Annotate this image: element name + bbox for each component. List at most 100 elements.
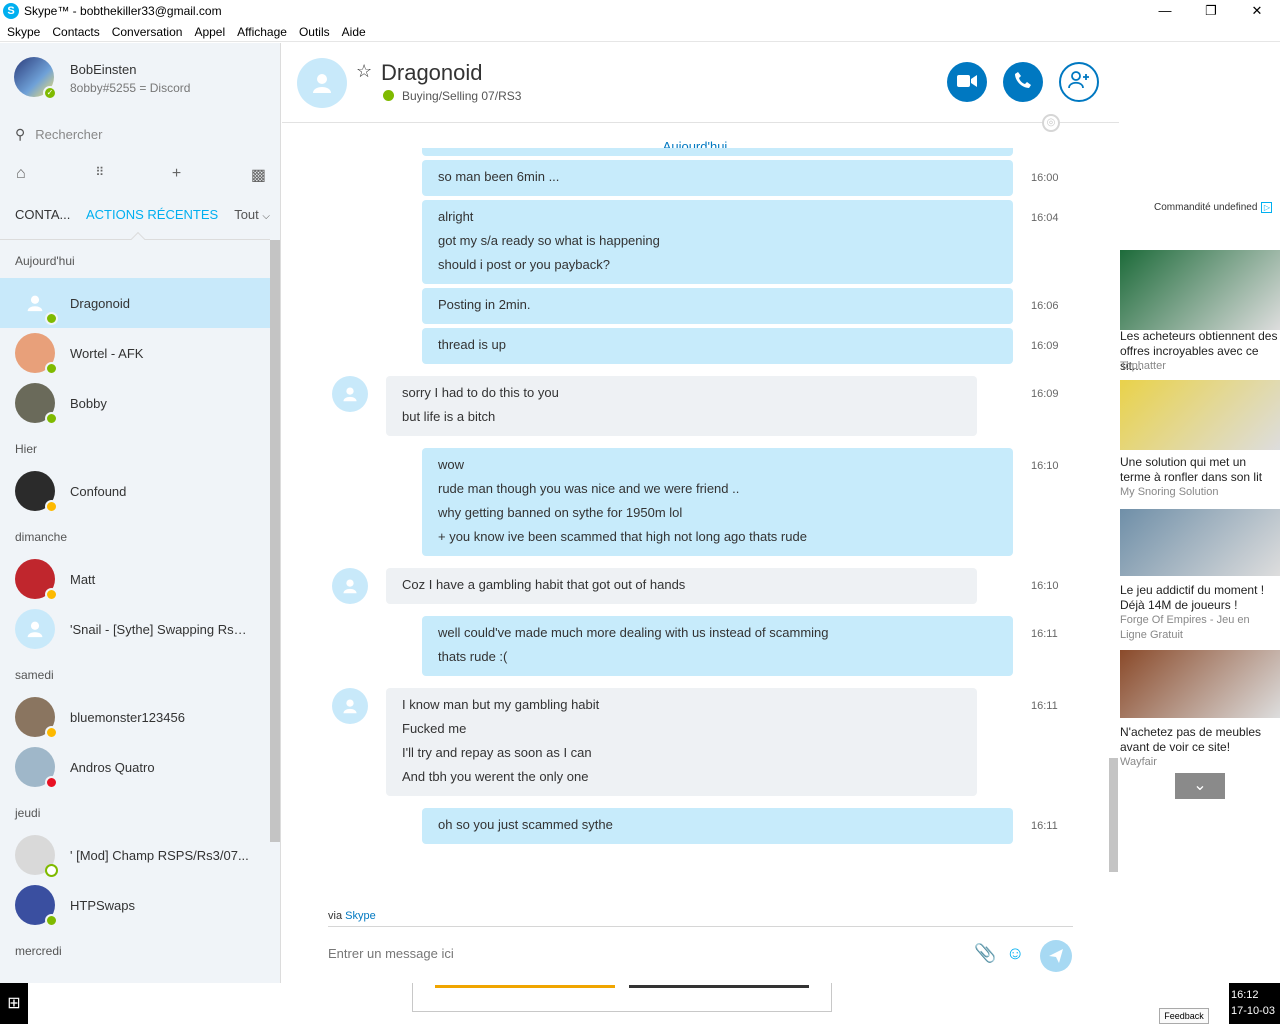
contact-item[interactable]: HTPSwaps — [0, 880, 270, 930]
profile-avatar[interactable]: ✓ — [14, 57, 57, 100]
globe-icon[interactable]: ◎ — [1042, 114, 1060, 132]
ad-title[interactable]: N'achetez pas de meubles avant de voir c… — [1120, 725, 1278, 755]
menu-appel[interactable]: Appel — [194, 25, 225, 39]
menu-contacts[interactable]: Contacts — [52, 25, 99, 39]
menu-skype[interactable]: Skype — [7, 25, 40, 39]
contact-item[interactable]: Confound — [0, 466, 270, 516]
outgoing-message[interactable]: wow rude man though you was nice and we w… — [422, 448, 1013, 556]
contact-item[interactable]: Dragonoid — [0, 278, 270, 328]
contact-avatar[interactable] — [297, 58, 347, 108]
minimize-button[interactable]: — — [1142, 0, 1188, 22]
windows-start-icon[interactable]: ⊞ — [0, 983, 28, 1024]
system-clock[interactable]: 16:12 17-10-03 — [1229, 983, 1280, 1024]
contact-item[interactable]: 'Snail - [Sythe] Swapping Rs3... — [0, 604, 270, 654]
ad-source[interactable]: Tophatter — [1120, 359, 1278, 374]
contact-item[interactable]: bluemonster123456 — [0, 692, 270, 742]
tab-recent[interactable]: ACTIONS RÉCENTES — [86, 207, 218, 222]
messages-scrollbar[interactable] — [1109, 758, 1118, 872]
sidebar-toolbar: ⌂ ⠿ + ▩ — [16, 165, 266, 185]
message-text: well could've made much more dealing wit… — [438, 625, 829, 640]
add-people-button[interactable] — [1059, 62, 1099, 102]
ad-image[interactable] — [1120, 380, 1280, 450]
sender-avatar[interactable] — [332, 568, 368, 604]
paperclip-icon[interactable]: 📎 — [974, 943, 996, 964]
conversation-panel: ☆ Dragonoid Buying/Selling 07/RS3 ◎ Aujo… — [282, 43, 1119, 983]
message-text: Coz I have a gambling habit that got out… — [402, 577, 686, 592]
ad-title[interactable]: Une solution qui met un terme à ronfler … — [1120, 455, 1278, 485]
outgoing-message[interactable]: oh so you just scammed sythe — [422, 808, 1013, 844]
add-icon[interactable]: + — [172, 165, 181, 185]
via-skype-link[interactable]: Skype — [345, 910, 376, 922]
contact-name: Andros Quatro — [70, 759, 155, 775]
preview-bar-orange — [435, 985, 615, 988]
outgoing-message[interactable]: alright got my s/a ready so what is happe… — [422, 200, 1013, 284]
menu-conversation[interactable]: Conversation — [112, 25, 183, 39]
message-input[interactable]: Entrer un message ici — [328, 946, 454, 961]
filter-dropdown[interactable]: Tout ⌵ — [234, 207, 270, 222]
adchoices-icon[interactable]: ▷ — [1261, 202, 1273, 213]
incoming-message[interactable]: Coz I have a gambling habit that got out… — [386, 568, 977, 604]
away-status-icon — [45, 588, 58, 601]
menu-outils[interactable]: Outils — [299, 25, 330, 39]
contact-item[interactable]: Andros Quatro — [0, 742, 270, 792]
outgoing-message[interactable]: well could've made much more dealing wit… — [422, 616, 1013, 676]
sidebar-tabs: CONTA... ACTIONS RÉCENTES Tout ⌵ — [15, 207, 270, 222]
feedback-button[interactable]: Feedback — [1159, 1008, 1209, 1024]
ad-source[interactable]: Wayfair — [1120, 755, 1278, 770]
person-icon — [27, 295, 43, 312]
contact-name: Bobby — [70, 395, 107, 411]
message-timestamp: 16:00 — [1031, 172, 1059, 184]
profile[interactable]: ✓ BobEinsten 8obby#5255 = Discord — [14, 57, 190, 100]
audio-call-button[interactable] — [1003, 62, 1043, 102]
ads-scroll-down-button[interactable]: ⌄ — [1175, 773, 1225, 799]
sender-avatar[interactable] — [332, 688, 368, 724]
contact-item[interactable]: Matt — [0, 554, 270, 604]
message-timestamp: 16:10 — [1031, 460, 1059, 472]
preview-bar-dark — [629, 985, 809, 988]
ad-source[interactable]: Forge Of Empires - Jeu en Ligne Gratuit — [1120, 613, 1278, 643]
taskbar-window-preview[interactable] — [412, 983, 832, 1012]
contact-avatar — [15, 333, 58, 375]
menu-affichage[interactable]: Affichage — [237, 25, 287, 39]
search-box[interactable]: ⚲ Rechercher — [15, 126, 102, 143]
online-status-icon — [383, 90, 394, 101]
contact-avatar — [15, 471, 58, 513]
outgoing-message[interactable]: why so long just to refund my gp lol :P — [422, 148, 1013, 156]
ad-source[interactable]: My Snoring Solution — [1120, 485, 1278, 500]
menu-aide[interactable]: Aide — [342, 25, 366, 39]
message-timestamp: 16:09 — [1031, 388, 1059, 400]
ad-title[interactable]: Le jeu addictif du moment ! Déjà 14M de … — [1120, 583, 1278, 613]
sender-avatar[interactable] — [332, 376, 368, 412]
incoming-message[interactable]: I know man but my gambling habit Fucked m… — [386, 688, 977, 796]
contact-item[interactable]: Bobby — [0, 378, 270, 428]
ad-image[interactable] — [1120, 509, 1280, 576]
close-button[interactable]: ✕ — [1234, 0, 1280, 22]
home-icon[interactable]: ⌂ — [16, 165, 26, 185]
contact-avatar — [15, 747, 58, 789]
contact-item[interactable]: ' [Mod] Champ RSPS/Rs3/07... — [0, 830, 270, 880]
favorite-star-icon[interactable]: ☆ — [356, 61, 372, 82]
clock-date: 17-10-03 — [1231, 1005, 1276, 1017]
incoming-message[interactable]: sorry I had to do this to you but life is… — [386, 376, 977, 436]
ad-image[interactable] — [1120, 250, 1280, 330]
dialpad-icon[interactable]: ⠿ — [95, 165, 104, 185]
outgoing-message[interactable]: thread is up — [422, 328, 1013, 364]
emoticon-icon[interactable]: ☺ — [1006, 943, 1024, 964]
tab-contacts[interactable]: CONTA... — [15, 207, 85, 222]
maximize-button[interactable]: ❐ — [1188, 0, 1234, 22]
send-button[interactable] — [1040, 940, 1072, 972]
online-status-icon: ✓ — [43, 86, 57, 100]
outgoing-message[interactable]: so man been 6min ... — [422, 160, 1013, 196]
video-call-button[interactable] — [947, 62, 987, 102]
ad-image[interactable] — [1120, 650, 1280, 718]
outgoing-message[interactable]: Posting in 2min. — [422, 288, 1013, 324]
chevron-down-icon: ⌄ — [1193, 777, 1207, 794]
bot-icon[interactable]: ▩ — [251, 165, 266, 185]
online-status-icon — [45, 312, 58, 325]
contact-mood: Buying/Selling 07/RS3 — [383, 89, 521, 103]
sidebar-scrollbar[interactable] — [270, 240, 280, 842]
send-icon — [1049, 949, 1063, 963]
offline-status-icon — [45, 864, 58, 877]
message-timestamp: 16:09 — [1031, 340, 1059, 352]
contact-item[interactable]: Wortel - AFK — [0, 328, 270, 378]
